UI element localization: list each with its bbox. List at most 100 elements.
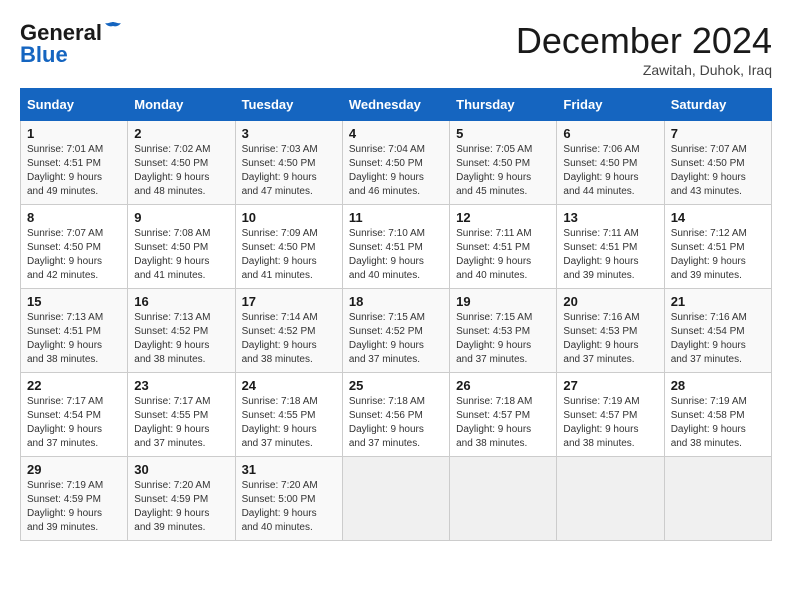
calendar-day-cell [664, 457, 771, 541]
day-detail: Sunrise: 7:16 AMSunset: 4:54 PMDaylight:… [671, 311, 765, 367]
day-number: 10 [242, 210, 336, 225]
calendar-day-cell: 22 Sunrise: 7:17 AMSunset: 4:54 PMDayligh… [21, 373, 128, 457]
day-number: 29 [27, 462, 121, 477]
calendar-table: SundayMondayTuesdayWednesdayThursdayFrid… [20, 88, 772, 541]
weekday-header: Saturday [664, 89, 771, 121]
day-number: 1 [27, 126, 121, 141]
calendar-day-cell: 3 Sunrise: 7:03 AMSunset: 4:50 PMDaylight… [235, 121, 342, 205]
calendar-day-cell: 17 Sunrise: 7:14 AMSunset: 4:52 PMDayligh… [235, 289, 342, 373]
day-number: 8 [27, 210, 121, 225]
day-detail: Sunrise: 7:20 AMSunset: 4:59 PMDaylight:… [134, 479, 228, 535]
day-number: 16 [134, 294, 228, 309]
day-number: 28 [671, 378, 765, 393]
day-detail: Sunrise: 7:16 AMSunset: 4:53 PMDaylight:… [563, 311, 657, 367]
month-title: December 2024 [516, 20, 772, 62]
calendar-day-cell [450, 457, 557, 541]
day-detail: Sunrise: 7:01 AMSunset: 4:51 PMDaylight:… [27, 143, 121, 199]
calendar-day-cell: 19 Sunrise: 7:15 AMSunset: 4:53 PMDayligh… [450, 289, 557, 373]
calendar-day-cell: 26 Sunrise: 7:18 AMSunset: 4:57 PMDayligh… [450, 373, 557, 457]
calendar-day-cell: 16 Sunrise: 7:13 AMSunset: 4:52 PMDayligh… [128, 289, 235, 373]
calendar-day-cell: 8 Sunrise: 7:07 AMSunset: 4:50 PMDaylight… [21, 205, 128, 289]
weekday-header: Wednesday [342, 89, 449, 121]
day-number: 13 [563, 210, 657, 225]
day-number: 24 [242, 378, 336, 393]
calendar-day-cell: 12 Sunrise: 7:11 AMSunset: 4:51 PMDayligh… [450, 205, 557, 289]
day-detail: Sunrise: 7:02 AMSunset: 4:50 PMDaylight:… [134, 143, 228, 199]
day-number: 3 [242, 126, 336, 141]
day-detail: Sunrise: 7:15 AMSunset: 4:53 PMDaylight:… [456, 311, 550, 367]
day-number: 9 [134, 210, 228, 225]
day-detail: Sunrise: 7:06 AMSunset: 4:50 PMDaylight:… [563, 143, 657, 199]
day-number: 31 [242, 462, 336, 477]
page-header: General Blue December 2024 Zawitah, Duho… [20, 20, 772, 78]
day-detail: Sunrise: 7:19 AMSunset: 4:57 PMDaylight:… [563, 395, 657, 451]
day-detail: Sunrise: 7:04 AMSunset: 4:50 PMDaylight:… [349, 143, 443, 199]
calendar-week-row: 1 Sunrise: 7:01 AMSunset: 4:51 PMDaylight… [21, 121, 772, 205]
weekday-header: Monday [128, 89, 235, 121]
calendar-day-cell: 1 Sunrise: 7:01 AMSunset: 4:51 PMDaylight… [21, 121, 128, 205]
day-detail: Sunrise: 7:20 AMSunset: 5:00 PMDaylight:… [242, 479, 336, 535]
calendar-day-cell: 24 Sunrise: 7:18 AMSunset: 4:55 PMDayligh… [235, 373, 342, 457]
calendar-day-cell: 28 Sunrise: 7:19 AMSunset: 4:58 PMDayligh… [664, 373, 771, 457]
day-number: 22 [27, 378, 121, 393]
day-detail: Sunrise: 7:11 AMSunset: 4:51 PMDaylight:… [563, 227, 657, 283]
day-detail: Sunrise: 7:13 AMSunset: 4:52 PMDaylight:… [134, 311, 228, 367]
calendar-day-cell: 5 Sunrise: 7:05 AMSunset: 4:50 PMDaylight… [450, 121, 557, 205]
day-number: 20 [563, 294, 657, 309]
day-detail: Sunrise: 7:19 AMSunset: 4:58 PMDaylight:… [671, 395, 765, 451]
day-number: 23 [134, 378, 228, 393]
day-detail: Sunrise: 7:09 AMSunset: 4:50 PMDaylight:… [242, 227, 336, 283]
calendar-day-cell: 23 Sunrise: 7:17 AMSunset: 4:55 PMDayligh… [128, 373, 235, 457]
day-number: 18 [349, 294, 443, 309]
day-number: 21 [671, 294, 765, 309]
day-detail: Sunrise: 7:05 AMSunset: 4:50 PMDaylight:… [456, 143, 550, 199]
weekday-header-row: SundayMondayTuesdayWednesdayThursdayFrid… [21, 89, 772, 121]
day-detail: Sunrise: 7:12 AMSunset: 4:51 PMDaylight:… [671, 227, 765, 283]
calendar-day-cell: 21 Sunrise: 7:16 AMSunset: 4:54 PMDayligh… [664, 289, 771, 373]
calendar-day-cell: 14Sunrise: 7:12 AMSunset: 4:51 PMDayligh… [664, 205, 771, 289]
day-number: 12 [456, 210, 550, 225]
day-detail: Sunrise: 7:18 AMSunset: 4:55 PMDaylight:… [242, 395, 336, 451]
day-number: 5 [456, 126, 550, 141]
day-number: 19 [456, 294, 550, 309]
day-detail: Sunrise: 7:17 AMSunset: 4:55 PMDaylight:… [134, 395, 228, 451]
day-detail: Sunrise: 7:08 AMSunset: 4:50 PMDaylight:… [134, 227, 228, 283]
logo-blue: Blue [20, 42, 68, 68]
day-detail: Sunrise: 7:07 AMSunset: 4:50 PMDaylight:… [671, 143, 765, 199]
day-detail: Sunrise: 7:07 AMSunset: 4:50 PMDaylight:… [27, 227, 121, 283]
location: Zawitah, Duhok, Iraq [516, 62, 772, 78]
calendar-day-cell: 11Sunrise: 7:10 AMSunset: 4:51 PMDayligh… [342, 205, 449, 289]
day-number: 26 [456, 378, 550, 393]
day-number: 7 [671, 126, 765, 141]
calendar-day-cell: 31 Sunrise: 7:20 AMSunset: 5:00 PMDayligh… [235, 457, 342, 541]
calendar-week-row: 8 Sunrise: 7:07 AMSunset: 4:50 PMDaylight… [21, 205, 772, 289]
day-detail: Sunrise: 7:14 AMSunset: 4:52 PMDaylight:… [242, 311, 336, 367]
calendar-day-cell: 29Sunrise: 7:19 AMSunset: 4:59 PMDayligh… [21, 457, 128, 541]
day-number: 11 [349, 210, 443, 225]
weekday-header: Tuesday [235, 89, 342, 121]
weekday-header: Thursday [450, 89, 557, 121]
calendar-day-cell: 2 Sunrise: 7:02 AMSunset: 4:50 PMDaylight… [128, 121, 235, 205]
calendar-week-row: 15 Sunrise: 7:13 AMSunset: 4:51 PMDayligh… [21, 289, 772, 373]
day-detail: Sunrise: 7:03 AMSunset: 4:50 PMDaylight:… [242, 143, 336, 199]
calendar-day-cell: 25Sunrise: 7:18 AMSunset: 4:56 PMDayligh… [342, 373, 449, 457]
day-number: 15 [27, 294, 121, 309]
calendar-day-cell: 15 Sunrise: 7:13 AMSunset: 4:51 PMDayligh… [21, 289, 128, 373]
calendar-day-cell: 9 Sunrise: 7:08 AMSunset: 4:50 PMDaylight… [128, 205, 235, 289]
day-detail: Sunrise: 7:11 AMSunset: 4:51 PMDaylight:… [456, 227, 550, 283]
calendar-week-row: 29Sunrise: 7:19 AMSunset: 4:59 PMDayligh… [21, 457, 772, 541]
day-detail: Sunrise: 7:18 AMSunset: 4:57 PMDaylight:… [456, 395, 550, 451]
day-number: 4 [349, 126, 443, 141]
day-detail: Sunrise: 7:17 AMSunset: 4:54 PMDaylight:… [27, 395, 121, 451]
calendar-day-cell: 6 Sunrise: 7:06 AMSunset: 4:50 PMDaylight… [557, 121, 664, 205]
day-detail: Sunrise: 7:13 AMSunset: 4:51 PMDaylight:… [27, 311, 121, 367]
calendar-day-cell: 30 Sunrise: 7:20 AMSunset: 4:59 PMDayligh… [128, 457, 235, 541]
calendar-day-cell: 20 Sunrise: 7:16 AMSunset: 4:53 PMDayligh… [557, 289, 664, 373]
day-number: 30 [134, 462, 228, 477]
day-detail: Sunrise: 7:15 AMSunset: 4:52 PMDaylight:… [349, 311, 443, 367]
day-number: 17 [242, 294, 336, 309]
calendar-day-cell: 18 Sunrise: 7:15 AMSunset: 4:52 PMDayligh… [342, 289, 449, 373]
day-number: 2 [134, 126, 228, 141]
day-number: 6 [563, 126, 657, 141]
day-number: 27 [563, 378, 657, 393]
